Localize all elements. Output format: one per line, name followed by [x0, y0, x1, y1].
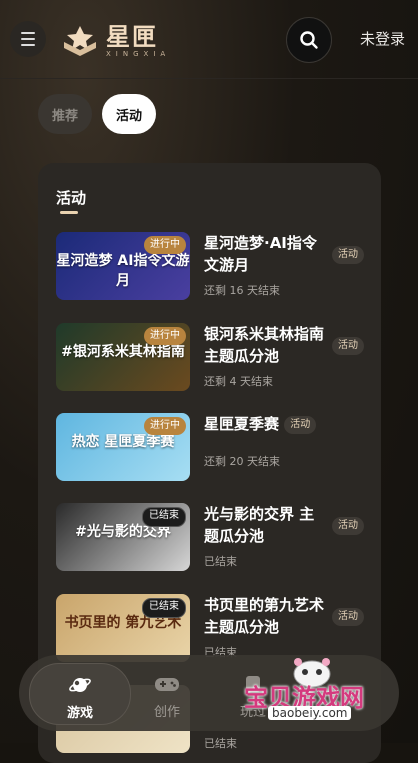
activity-thumbnail: #光与影的交界 已结束	[56, 503, 190, 571]
activity-item[interactable]: 星河造梦 AI指令文游月 进行中 星河造梦·AI指令文游月 活动 还剩 16 天…	[56, 232, 366, 302]
thumbnail-title: 星河造梦 AI指令文游月	[56, 253, 190, 289]
title-underline	[60, 211, 78, 214]
nav-label: 创作	[153, 705, 180, 720]
activity-item[interactable]: #银河系米其林指南 进行中 银河系米其林指南 主题瓜分池 活动 还剩 4 天结束	[56, 323, 366, 393]
activity-title: 书页里的第九艺术 主题瓜分池	[204, 596, 325, 636]
menu-button[interactable]	[10, 21, 46, 57]
status-badge: 已结束	[142, 507, 186, 527]
activity-remaining: 还剩 16 天结束	[204, 284, 280, 297]
activity-tag: 活动	[284, 415, 317, 434]
logo-title: 星匣	[106, 23, 158, 51]
status-badge: 进行中	[144, 236, 186, 254]
activity-thumbnail: 热恋 星匣夏季赛 进行中	[56, 413, 190, 481]
activity-remaining: 还剩 4 天结束	[204, 375, 273, 388]
activity-tag: 活动	[332, 246, 364, 264]
app-header: 星匣 XINGXIA 未登录	[0, 0, 418, 78]
activity-item[interactable]: 热恋 星匣夏季赛 进行中 星匣夏季赛 活动 还剩 20 天结束	[56, 413, 366, 483]
activity-title: 星匣夏季赛 活动	[204, 413, 317, 435]
header-divider	[0, 78, 418, 79]
tab-recommend[interactable]: 推荐	[38, 94, 93, 134]
activity-title: 光与影的交界 主题瓜分池	[204, 505, 315, 545]
activity-title: 星河造梦·AI指令文游月	[204, 234, 317, 274]
activity-tag: 活动	[332, 608, 364, 626]
planet-icon	[69, 678, 91, 692]
hamburger-icon	[21, 30, 35, 48]
category-tabs: 推荐 活动	[38, 94, 157, 134]
logo[interactable]: 星匣 XINGXIA	[60, 20, 170, 62]
status-badge: 已结束	[142, 598, 186, 618]
watermark-url: baobeiy.com	[268, 706, 352, 720]
nav-games[interactable]: 游戏	[29, 663, 131, 725]
search-button[interactable]	[286, 17, 332, 63]
status-badge: 进行中	[144, 417, 186, 435]
activity-title: 银河系米其林指南 主题瓜分池	[204, 325, 325, 365]
login-link[interactable]: 未登录	[360, 28, 405, 49]
status-badge: 进行中	[144, 327, 186, 345]
panel-title: 活动	[56, 189, 87, 207]
activity-thumbnail: 书页里的 第九艺术 已结束	[56, 594, 190, 662]
activity-status: 已结束	[204, 737, 237, 750]
activity-tag: 活动	[332, 337, 364, 355]
nav-label: 游戏	[66, 706, 93, 721]
activity-thumbnail: #银河系米其林指南 进行中	[56, 323, 190, 391]
activity-status: 已结束	[204, 555, 237, 568]
search-icon	[300, 31, 318, 49]
activity-tag: 活动	[332, 517, 364, 535]
box-logo-icon	[64, 26, 96, 56]
activity-remaining: 还剩 20 天结束	[204, 455, 280, 468]
tab-activity[interactable]: 活动	[102, 94, 157, 134]
logo-subtitle: XINGXIA	[106, 50, 171, 58]
activity-item[interactable]: #光与影的交界 已结束 光与影的交界 主题瓜分池 活动 已结束	[56, 503, 366, 573]
nav-create[interactable]: 创作	[117, 663, 217, 723]
gamepad-icon	[155, 678, 179, 691]
watermark: 宝贝游戏网 baobeiy.com	[236, 658, 396, 724]
activity-thumbnail: 星河造梦 AI指令文游月 进行中	[56, 232, 190, 300]
activity-title-text: 星匣夏季赛	[204, 415, 280, 433]
